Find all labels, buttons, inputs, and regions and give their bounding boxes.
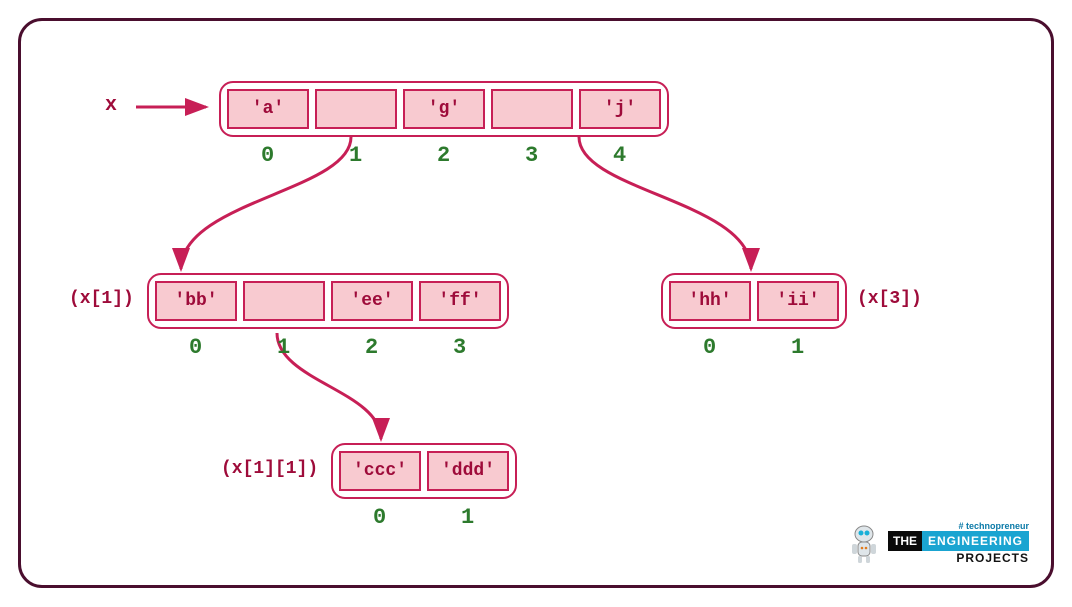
array-right-index: 1 [791,335,804,360]
array-top-index: 0 [261,143,274,168]
array-bottom-index: 0 [373,505,386,530]
array-left-index: 0 [189,335,202,360]
robot-icon [846,522,882,564]
array-right-cell: 'hh' [669,281,751,321]
logo-word-the: THE [888,531,922,551]
array-right-cell: 'ii' [757,281,839,321]
label-x3: (x[3]) [857,289,922,309]
array-top-index: 1 [349,143,362,168]
array-left-index: 3 [453,335,466,360]
diagram-frame: x 'a' 'g' 'j' 0 1 2 3 4 (x[1]) 'bb' 'ee'… [18,18,1054,588]
brand-logo: # technopreneur THE ENGINEERING PROJECTS [846,521,1029,565]
array-top-index: 2 [437,143,450,168]
array-top-cell [491,89,573,129]
logo-word-projects: PROJECTS [888,551,1029,565]
array-top-cell: 'a' [227,89,309,129]
array-right: 'hh' 'ii' [661,273,847,329]
array-top-index: 3 [525,143,538,168]
array-left-cell: 'ee' [331,281,413,321]
variable-x-label: x [105,94,117,117]
array-bottom: 'ccc' 'ddd' [331,443,517,499]
label-x1: (x[1]) [69,289,134,309]
array-bottom-index: 1 [461,505,474,530]
array-right-index: 0 [703,335,716,360]
logo-word-engineering: ENGINEERING [922,531,1029,551]
array-top-cell [315,89,397,129]
array-left-cell: 'bb' [155,281,237,321]
label-x11: (x[1][1]) [221,459,318,479]
array-left-cell: 'ff' [419,281,501,321]
array-left-cell [243,281,325,321]
array-left: 'bb' 'ee' 'ff' [147,273,509,329]
array-top-index: 4 [613,143,626,168]
array-top-cell: 'j' [579,89,661,129]
logo-tagline: # technopreneur [888,521,1029,531]
array-bottom-cell: 'ccc' [339,451,421,491]
array-bottom-cell: 'ddd' [427,451,509,491]
array-top-cell: 'g' [403,89,485,129]
array-left-index: 1 [277,335,290,360]
array-top: 'a' 'g' 'j' [219,81,669,137]
array-left-index: 2 [365,335,378,360]
